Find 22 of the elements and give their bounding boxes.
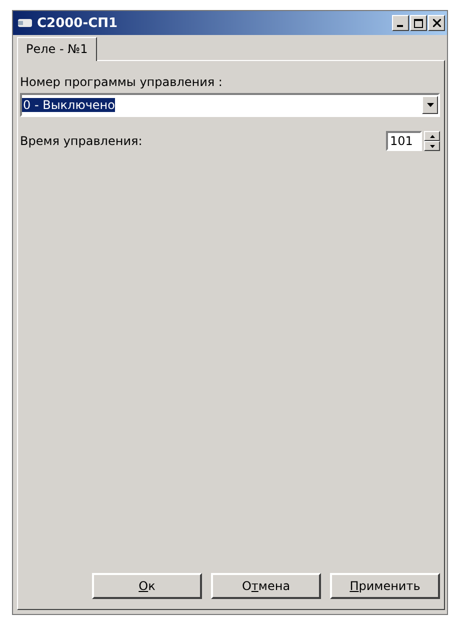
- window-title: С2000-СП1: [37, 16, 119, 30]
- tab[interactable]: Реле - №1: [17, 37, 97, 61]
- dialog-button[interactable]: Ок: [92, 573, 202, 599]
- close-button[interactable]: [428, 15, 445, 31]
- field-label: Номер программы управления :: [20, 75, 224, 89]
- maximize-icon: [414, 18, 423, 28]
- time-input[interactable]: 101: [386, 131, 422, 151]
- caret-icon: [426, 103, 434, 107]
- down-arrow-icon: [430, 144, 434, 148]
- up-arrow-icon: [430, 134, 434, 138]
- dialog-button[interactable]: Отмена: [211, 573, 321, 599]
- dropdown-button[interactable]: [422, 96, 438, 114]
- minimize-button[interactable]: [392, 15, 409, 31]
- spin-up-button[interactable]: [424, 131, 440, 141]
- spin-down-button[interactable]: [424, 141, 440, 151]
- field-label: Время управления:: [20, 134, 142, 148]
- app-icon: [17, 17, 33, 29]
- program-dropdown[interactable]: 0 - Выключено: [20, 93, 440, 117]
- dropdown-value: 0 - Выключено: [22, 98, 115, 112]
- dialog-button[interactable]: Применить: [330, 573, 440, 599]
- maximize-button[interactable]: [410, 15, 427, 31]
- close-icon: [432, 19, 440, 27]
